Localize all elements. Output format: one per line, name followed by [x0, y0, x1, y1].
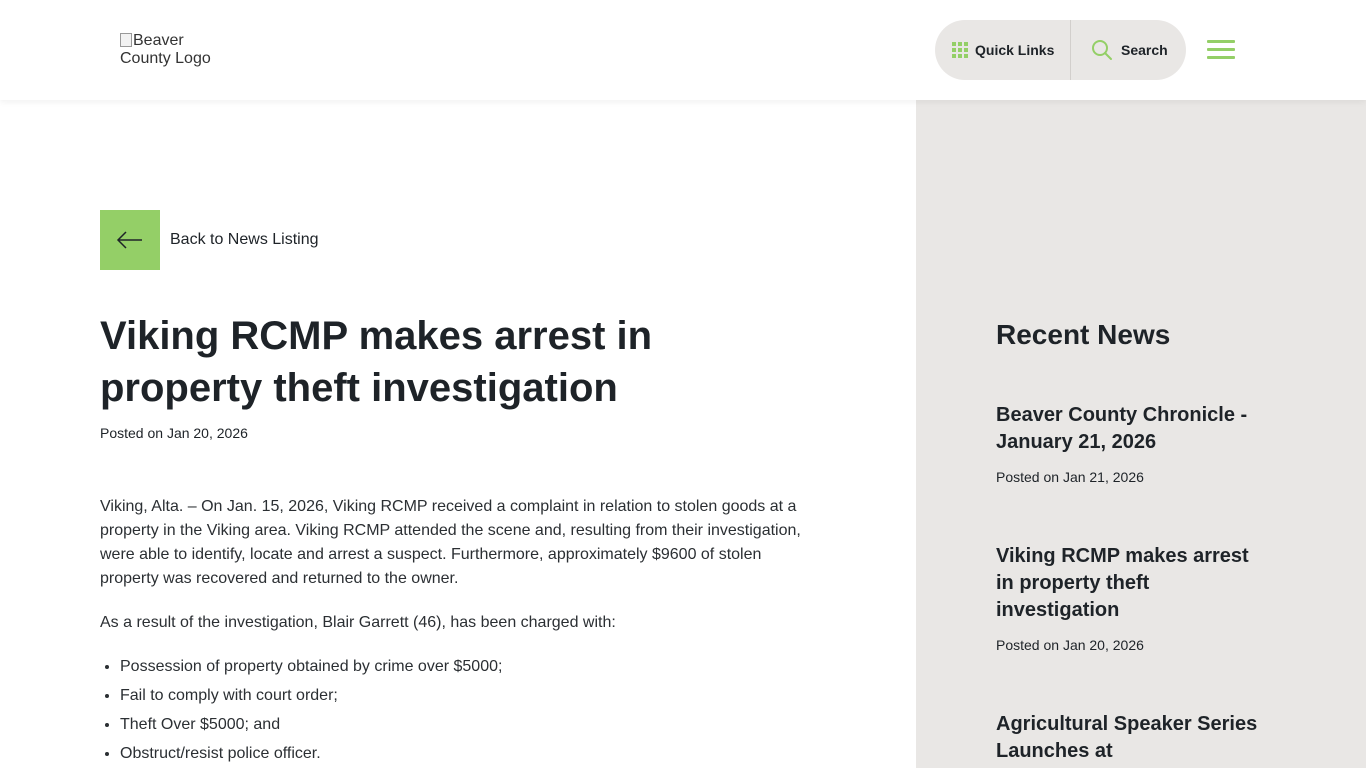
charge-item: Obstruct/resist police officer. [120, 742, 820, 766]
recent-news-date: Posted on Jan 21, 2026 [996, 469, 1144, 485]
recent-news-title: Recent News [996, 319, 1171, 350]
search-button[interactable]: Search [1071, 20, 1186, 80]
search-icon [1092, 40, 1112, 60]
charge-item: Fail to comply with court order; [120, 684, 820, 708]
quick-links-button[interactable]: Quick Links [935, 20, 1071, 80]
quick-links-label: Quick Links [975, 42, 1055, 58]
recent-news-item: Beaver County Chronicle - January 21, 20… [996, 402, 1266, 485]
charge-item: Theft Over $5000; and [120, 713, 820, 737]
broken-image-icon [120, 33, 132, 47]
site-header: Beaver County Logo Quick Links Search [0, 0, 1366, 100]
search-label: Search [1121, 42, 1168, 58]
charge-item: Possession of property obtained by crime… [120, 655, 820, 679]
grid-icon [952, 42, 968, 58]
recent-news-link[interactable]: Agricultural Speaker Series Launches at [996, 711, 1266, 765]
recent-news-date: Posted on Jan 20, 2026 [996, 637, 1144, 653]
article-posted-date: Posted on Jan 20, 2026 [100, 425, 248, 441]
recent-news-item: Viking RCMP makes arrest in property the… [996, 543, 1266, 653]
site-logo[interactable]: Beaver County Logo [120, 32, 230, 68]
article-paragraph: As a result of the investigation, Blair … [100, 614, 616, 631]
recent-news-link[interactable]: Beaver County Chronicle - January 21, 20… [996, 402, 1266, 456]
article-main: Back to News Listing Viking RCMP makes a… [100, 100, 820, 768]
logo-alt-text: Beaver County Logo [120, 32, 211, 67]
back-to-news-link[interactable]: Back to News Listing [100, 210, 319, 270]
header-actions: Quick Links Search [935, 20, 1186, 80]
arrow-left-icon [116, 231, 142, 249]
recent-news-sidebar: Recent News Beaver County Chronicle - Ja… [916, 100, 1366, 768]
article-paragraph: Viking, Alta. – On Jan. 15, 2026, Viking… [100, 498, 801, 587]
charges-list: Possession of property obtained by crime… [120, 655, 820, 766]
back-button-box[interactable] [100, 210, 160, 270]
recent-news-item: Agricultural Speaker Series Launches at [996, 711, 1266, 765]
back-link-label[interactable]: Back to News Listing [170, 231, 319, 249]
article-body: Viking, Alta. – On Jan. 15, 2026, Viking… [100, 495, 820, 771]
recent-news-link[interactable]: Viking RCMP makes arrest in property the… [996, 543, 1266, 624]
hamburger-menu-icon[interactable] [1207, 40, 1235, 60]
article-title: Viking RCMP makes arrest in property the… [100, 314, 653, 410]
